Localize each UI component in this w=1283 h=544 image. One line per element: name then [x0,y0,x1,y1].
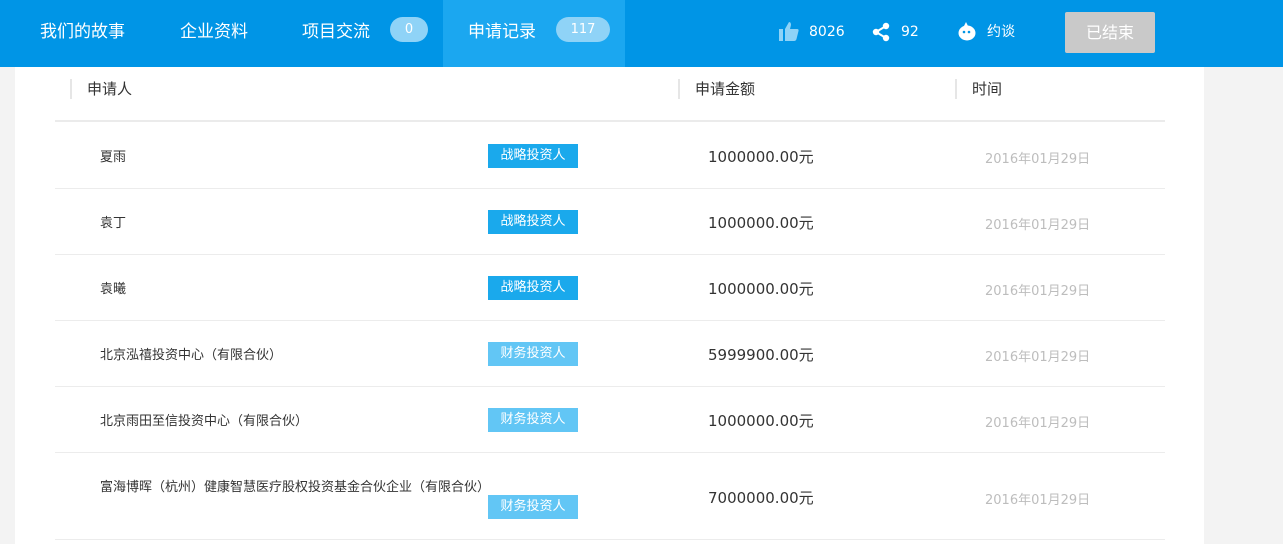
table-row: 北京泓禧投资中心（有限合伙） 财务投资人 5999900.00元 2016年01… [55,321,1165,387]
share-button[interactable]: 92 [871,0,919,67]
applied-amount: 1000000.00元 [708,214,814,232]
share-count: 92 [901,24,919,40]
applicant-name: 袁丁 [100,216,127,231]
applicant-name: 北京泓禧投资中心（有限合伙） [100,348,283,363]
tab-application-records-label: 申请记录 [468,22,536,42]
table-row: 袁丁 战略投资人 1000000.00元 2016年01月29日 [55,189,1165,255]
investor-type-badge: 战略投资人 [488,276,578,300]
discussion-count-badge: 0 [390,17,428,42]
investor-type-badge: 战略投资人 [488,144,578,168]
tab-project-discussion[interactable]: 项目交流 0 [302,0,442,67]
tab-project-discussion-label: 项目交流 [302,22,370,42]
applicant-name: 富海博晖（杭州）健康智慧医疗股权投资基金合伙企业（有限合伙） [100,480,491,495]
investor-type-badge: 财务投资人 [488,408,578,432]
header-time: 时间 [955,79,1002,99]
investor-type-badge: 战略投资人 [488,210,578,234]
investor-type-badge: 财务投资人 [488,495,578,519]
table-row: 富海博晖（杭州）健康智慧医疗股权投资基金合伙企业（有限合伙） 财务投资人 700… [55,453,1165,540]
applied-date: 2016年01月29日 [985,284,1091,299]
share-icon [872,22,890,42]
applied-date: 2016年01月29日 [985,416,1091,431]
applicant-name: 袁曦 [100,282,127,297]
chat-label: 约谈 [987,24,1015,40]
header-amount: 申请金额 [678,79,755,99]
applied-amount: 5999900.00元 [708,346,814,364]
applicant-name: 夏雨 [100,150,127,165]
like-count: 8026 [809,24,845,40]
header-applicant: 申请人 [70,79,132,99]
tab-application-records[interactable]: 申请记录 117 [443,0,625,67]
chat-button[interactable]: 约谈 [957,0,1015,67]
applied-amount: 1000000.00元 [708,412,814,430]
applied-date: 2016年01月29日 [985,218,1091,233]
applied-amount: 7000000.00元 [708,489,814,507]
tab-company-info[interactable]: 企业资料 [180,0,248,67]
applied-date: 2016年01月29日 [985,493,1091,508]
applied-date: 2016年01月29日 [985,152,1091,167]
applied-date: 2016年01月29日 [985,350,1091,365]
applied-amount: 1000000.00元 [708,148,814,166]
ended-status-button[interactable]: 已结束 [1065,12,1155,53]
chat-bubble-icon [958,22,976,41]
top-nav-bar: 我们的故事 企业资料 项目交流 0 申请记录 117 8026 92 约谈 已结… [0,0,1283,67]
records-table-header: 申请人 申请金额 时间 [55,67,1165,122]
thumbs-up-icon [779,22,799,41]
applicant-name: 北京雨田至信投资中心（有限合伙） [100,414,309,429]
table-row: 夏雨 战略投资人 1000000.00元 2016年01月29日 [55,123,1165,189]
like-button[interactable]: 8026 [779,0,845,67]
records-count-badge: 117 [556,17,610,42]
tab-our-story[interactable]: 我们的故事 [40,0,125,67]
investor-type-badge: 财务投资人 [488,342,578,366]
table-row: 袁曦 战略投资人 1000000.00元 2016年01月29日 [55,255,1165,321]
table-row: 北京雨田至信投资中心（有限合伙） 财务投资人 1000000.00元 2016年… [55,387,1165,453]
applied-amount: 1000000.00元 [708,280,814,298]
